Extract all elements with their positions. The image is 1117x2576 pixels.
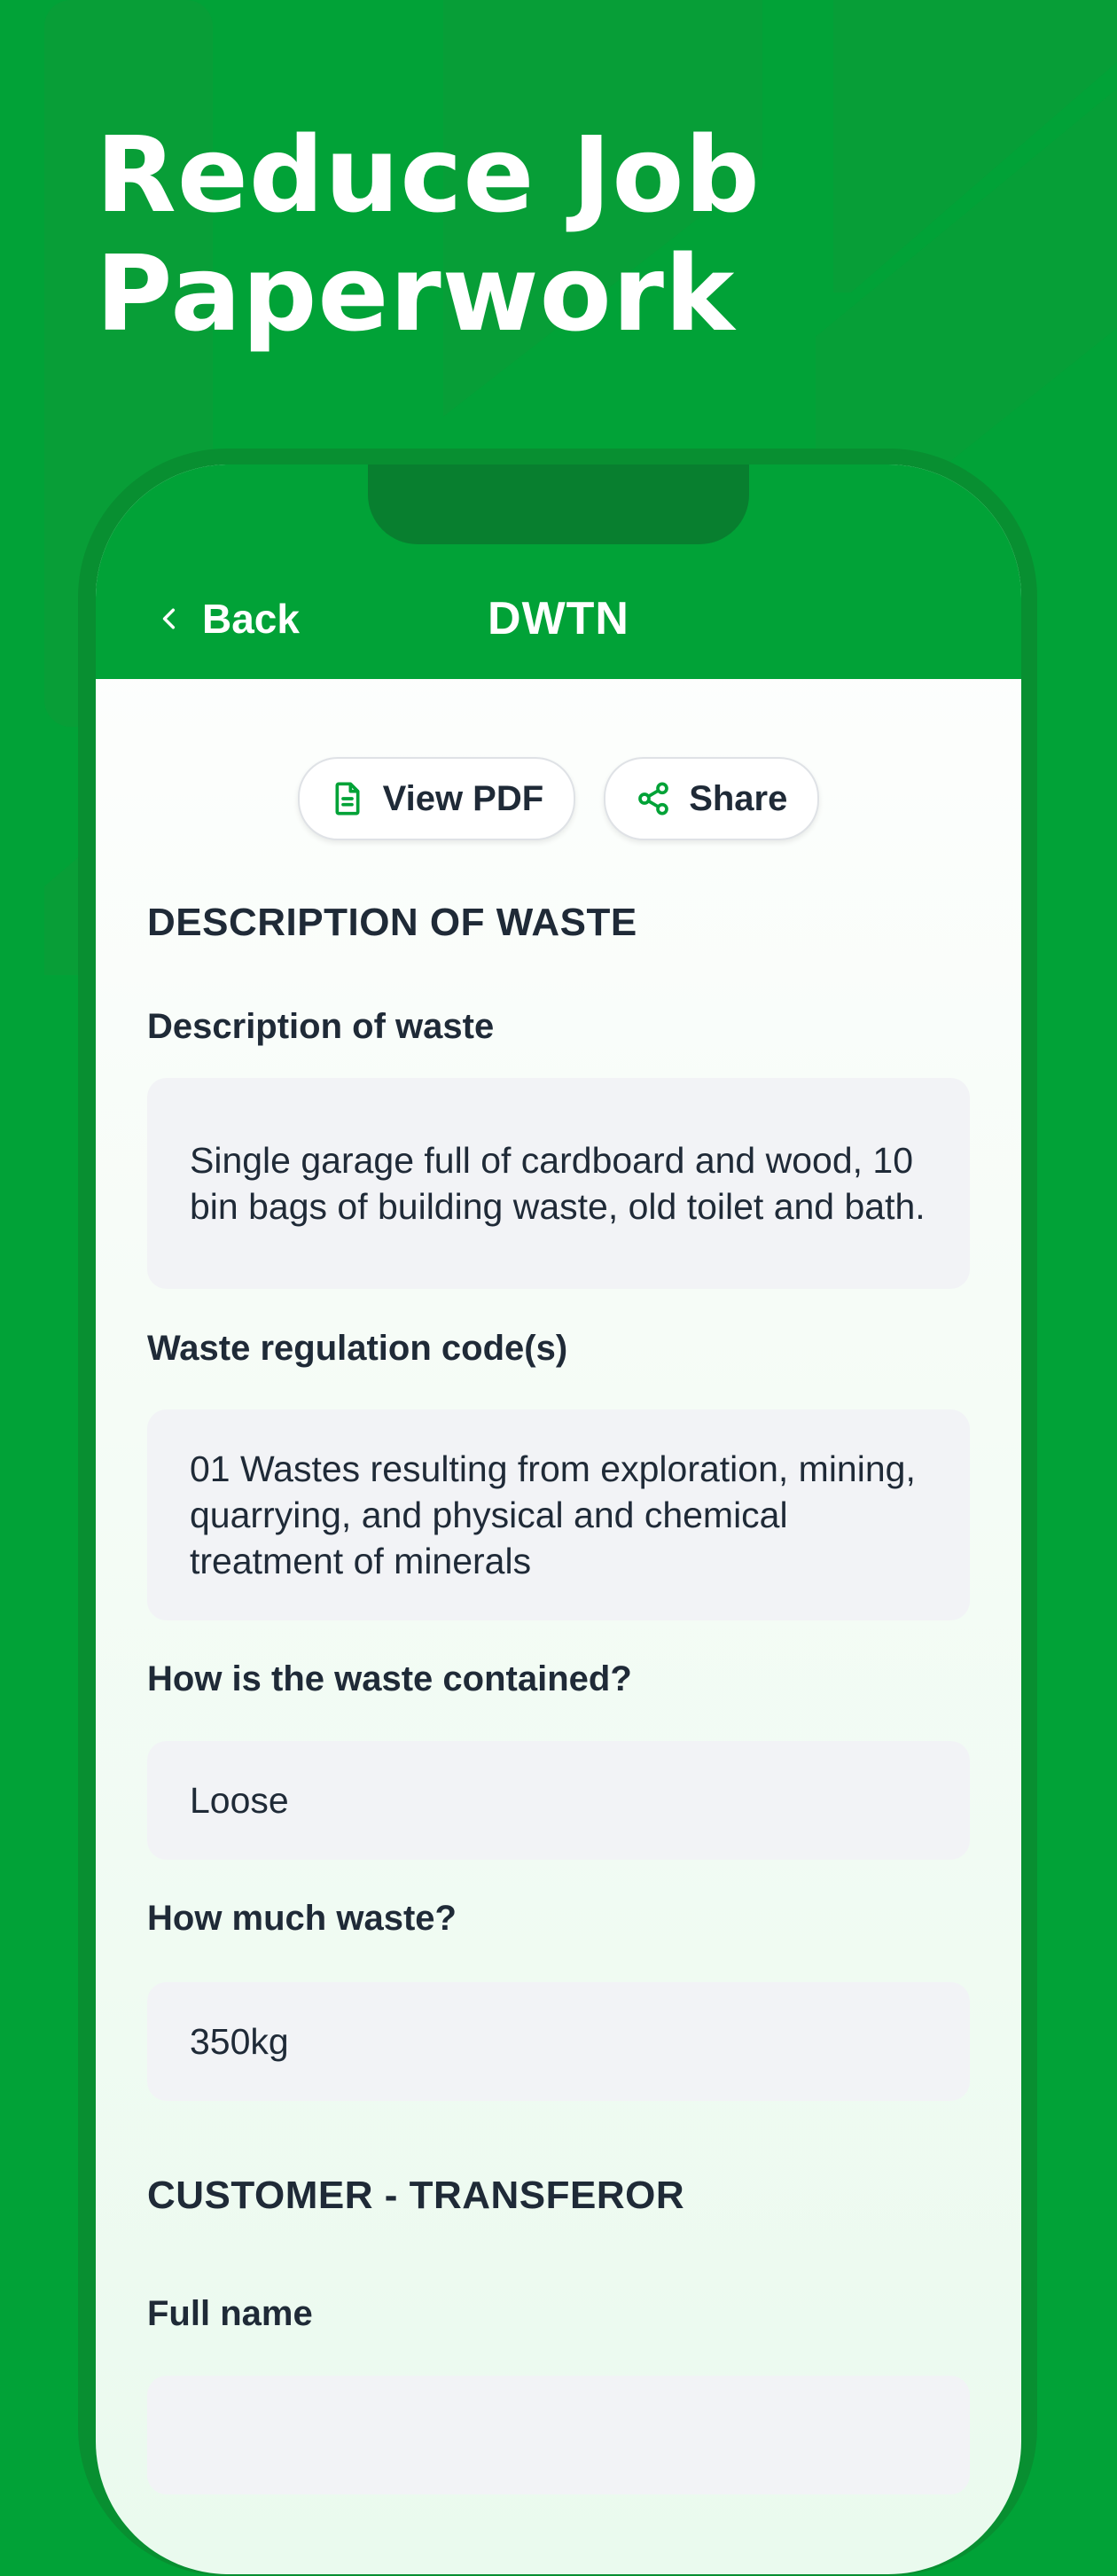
field-label-quantity: How much waste? — [147, 1899, 457, 1938]
view-pdf-button[interactable]: View PDF — [297, 757, 576, 840]
action-row: View PDF Share — [96, 757, 1021, 840]
headline: Reduce Job Paperwork — [96, 115, 761, 353]
headline-line-2: Paperwork — [96, 232, 736, 355]
field-label-description: Description of waste — [147, 1007, 495, 1046]
field-description-of-waste[interactable]: Single garage full of cardboard and wood… — [147, 1078, 970, 1289]
phone-notch — [368, 464, 749, 544]
share-icon — [638, 782, 669, 816]
field-label-regulation-codes: Waste regulation code(s) — [147, 1329, 568, 1368]
field-full-name[interactable] — [147, 2376, 970, 2494]
field-waste-regulation-codes[interactable]: 01 Wastes resulting from exploration, mi… — [147, 1409, 970, 1620]
phone-screen: Back DWTN View PDF Share DESCRIPTION OF … — [96, 464, 1021, 2574]
section-title-customer: CUSTOMER - TRANSFEROR — [147, 2174, 685, 2217]
headline-line-1: Reduce Job — [96, 113, 761, 236]
field-label-full-name: Full name — [147, 2294, 313, 2333]
nav-title: DWTN — [488, 593, 629, 644]
share-label: Share — [689, 778, 788, 818]
field-label-containment: How is the waste contained? — [147, 1659, 632, 1698]
field-waste-quantity[interactable]: 350kg — [147, 1982, 970, 2101]
section-title-waste: DESCRIPTION OF WASTE — [147, 901, 637, 944]
share-button[interactable]: Share — [604, 757, 820, 840]
document-icon — [335, 782, 360, 816]
field-waste-containment[interactable]: Loose — [147, 1741, 970, 1860]
view-pdf-label: View PDF — [382, 778, 544, 818]
